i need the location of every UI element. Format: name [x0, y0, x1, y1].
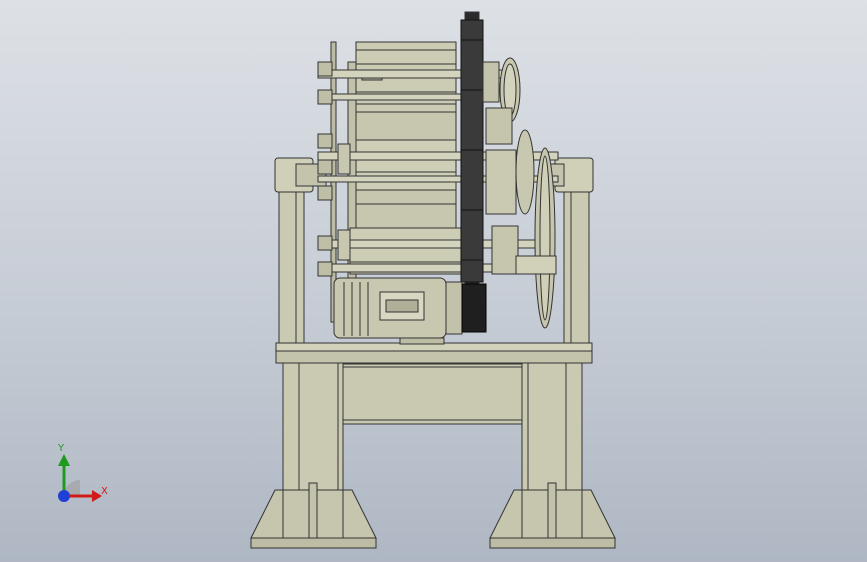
main-gear [460, 11, 484, 291]
machine-model[interactable] [0, 0, 867, 562]
y-axis-label: Y [58, 443, 65, 454]
graphics-viewport[interactable]: Y X [0, 0, 867, 562]
axis-triad [44, 438, 124, 518]
pulley-set [482, 57, 557, 329]
x-axis-label: X [101, 486, 108, 497]
z-axis-dot [58, 490, 70, 502]
motor [333, 277, 487, 345]
